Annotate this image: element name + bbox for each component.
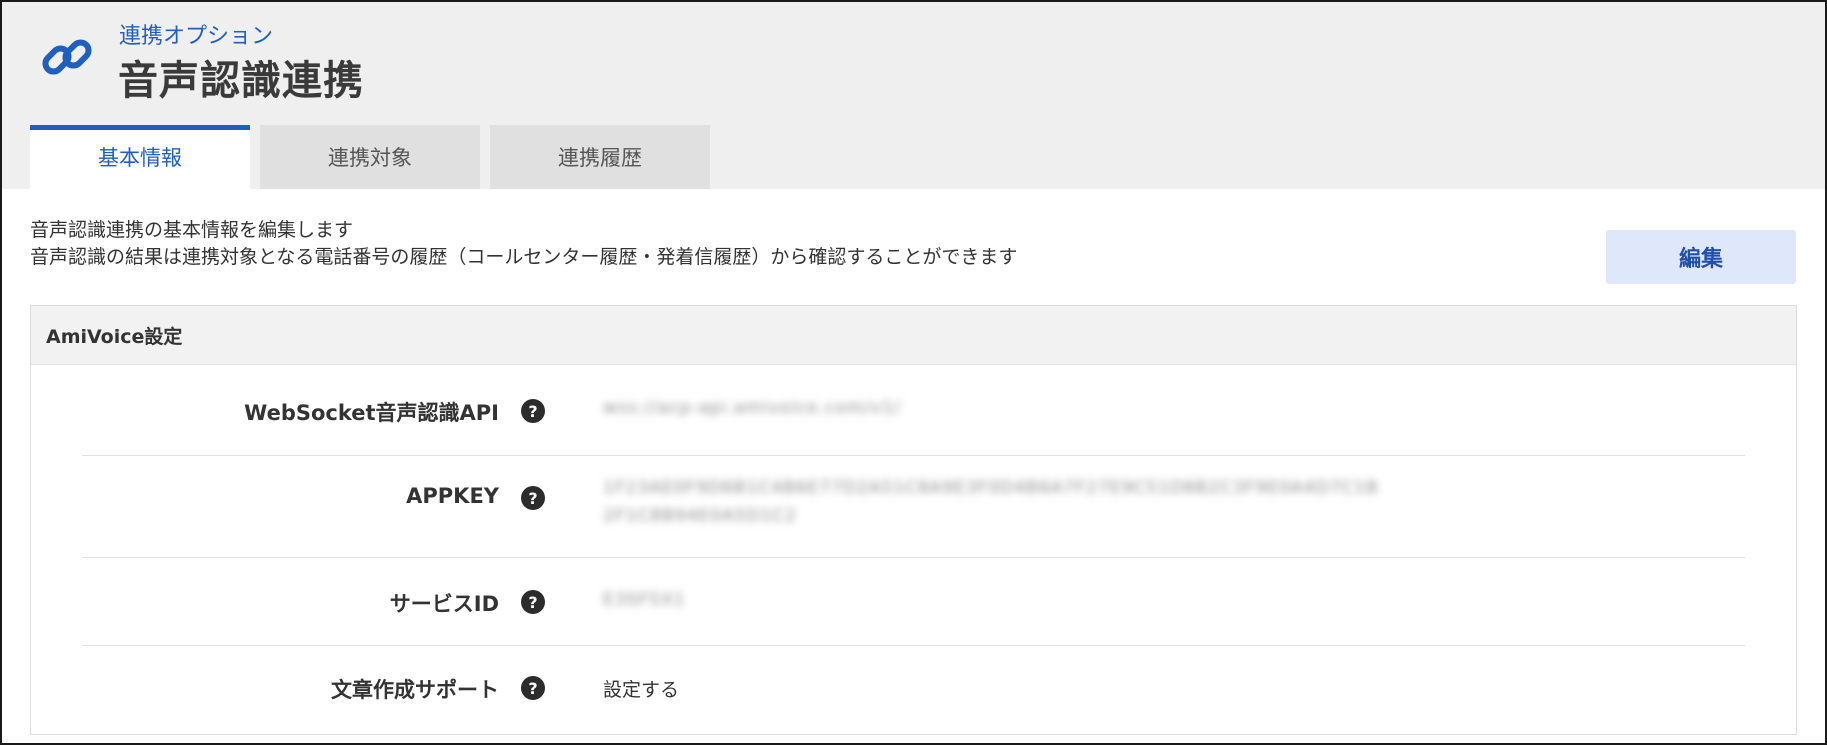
amivoice-settings-panel: AmiVoice設定 WebSocket音声認識API ? wss://acp-…	[30, 305, 1797, 735]
question-circle-icon[interactable]: ?	[521, 590, 545, 614]
edit-button[interactable]: 編集	[1606, 230, 1796, 284]
page-header: 連携オプション 音声認識連携 基本情報 連携対象 連携履歴	[2, 2, 1825, 189]
description-line-1: 音声認識連携の基本情報を編集します	[30, 219, 354, 241]
setting-value-masked: 1F23AE0F9D6B1C4B6E77D2A51C8A9E3F0D4B6A7F…	[603, 478, 1379, 498]
link-icon	[36, 26, 98, 88]
app-window: 連携オプション 音声認識連携 基本情報 連携対象 連携履歴 音声認識連携の基本情…	[0, 0, 1827, 745]
description-line-2: 音声認識の結果は連携対象となる電話番号の履歴（コールセンター履歴・発着信履歴）か…	[30, 246, 1018, 268]
setting-value-masked-line-2: 2F1C8B94E0A5D1C2	[603, 506, 797, 526]
setting-value: 設定する	[603, 679, 680, 701]
setting-row-writing-support: 文章作成サポート ? 設定する	[82, 646, 1745, 735]
description: 音声認識連携の基本情報を編集します 音声認識の結果は連携対象となる電話番号の履歴…	[30, 217, 1017, 271]
setting-value-masked: wss://acp-api.amivoice.com/v1/	[603, 398, 901, 418]
page-title: 音声認識連携	[118, 58, 364, 104]
setting-label: 文章作成サポート	[331, 678, 499, 702]
tab-basic-info[interactable]: 基本情報	[30, 125, 250, 189]
tab-integration-history[interactable]: 連携履歴	[490, 125, 710, 189]
question-circle-icon[interactable]: ?	[521, 676, 545, 700]
question-circle-icon[interactable]: ?	[521, 399, 545, 423]
question-circle-icon[interactable]: ?	[521, 486, 545, 510]
setting-label: WebSocket音声認識API	[244, 401, 499, 425]
page-subtitle: 連携オプション	[119, 24, 274, 49]
setting-label: APPKEY	[406, 484, 499, 508]
setting-row-websocket-api: WebSocket音声認識API ? wss://acp-api.amivoic…	[82, 366, 1745, 456]
setting-value-masked: E3SF5X1	[603, 590, 686, 610]
tab-integration-targets[interactable]: 連携対象	[260, 125, 480, 189]
tab-bar: 基本情報 連携対象 連携履歴	[30, 125, 710, 189]
setting-row-appkey: APPKEY ? 1F23AE0F9D6B1C4B6E77D2A51C8A9E3…	[82, 456, 1745, 558]
panel-title: AmiVoice設定	[31, 306, 1796, 365]
setting-row-service-id: サービスID ? E3SF5X1	[82, 558, 1745, 646]
setting-label: サービスID	[389, 592, 499, 616]
